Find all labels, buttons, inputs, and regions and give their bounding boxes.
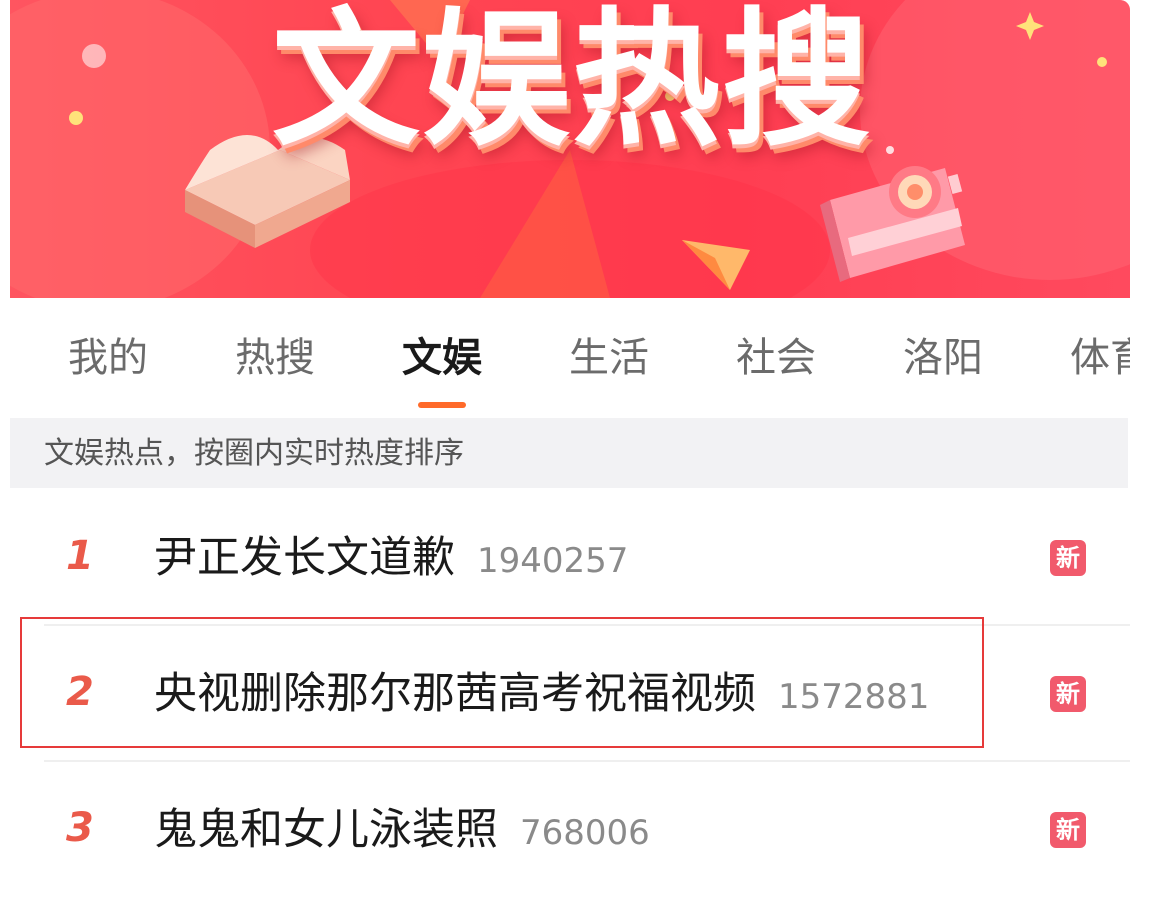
banner: 文娱热搜 [10,0,1130,298]
info-text: 文娱热点，按圈内实时热度排序 [44,436,464,471]
item-title-wrap: 鬼鬼和女儿泳装照 768006 [154,804,650,859]
tab-hot-search[interactable]: 热搜 [235,334,315,382]
new-badge: 新 [1050,540,1086,576]
tab-life[interactable]: 生活 [569,334,649,382]
heat-count: 768006 [520,813,650,853]
tab-society[interactable]: 社会 [736,334,816,382]
tab-entertainment[interactable]: 文娱 [402,334,482,382]
tab-luoyang[interactable]: 洛阳 [903,334,983,382]
new-badge: 新 [1050,812,1086,848]
item-title-wrap: 央视删除那尔那茜高考祝福视频 1572881 [154,668,929,723]
item-title[interactable]: 央视删除那尔那茜高考祝福视频 [154,669,756,719]
item-title-wrap: 尹正发长文道歉 1940257 [154,532,628,587]
rank-number: 3 [66,805,94,851]
rank-number: 1 [66,533,94,579]
item-title[interactable]: 尹正发长文道歉 [154,533,455,583]
rank-number: 2 [66,669,94,715]
tab-sports[interactable]: 体育 [1070,334,1130,382]
info-bar: 文娱热点，按圈内实时热度排序 [10,418,1128,488]
category-tabs: 我的 热搜 文娱 生活 社会 洛阳 体育 [10,298,1130,416]
tab-mine[interactable]: 我的 [68,334,148,382]
heat-count: 1940257 [477,541,629,581]
banner-title: 文娱热搜 [272,0,872,166]
list-item[interactable]: 2 央视删除那尔那茜高考祝福视频 1572881 新 [10,626,1130,762]
item-title[interactable]: 鬼鬼和女儿泳装照 [154,805,498,855]
hot-search-page: 文娱热搜 我的 热搜 文娱 生活 社会 洛阳 体育 文娱热点，按圈内实时热度排序… [10,0,1130,872]
list-item[interactable]: 1 尹正发长文道歉 1940257 新 [10,490,1130,626]
heat-count: 1572881 [778,677,930,717]
camera-illustration-icon [820,166,965,282]
new-badge: 新 [1050,676,1086,712]
list-item[interactable]: 3 鬼鬼和女儿泳装照 768006 新 [10,762,1130,898]
active-tab-indicator [418,402,466,408]
